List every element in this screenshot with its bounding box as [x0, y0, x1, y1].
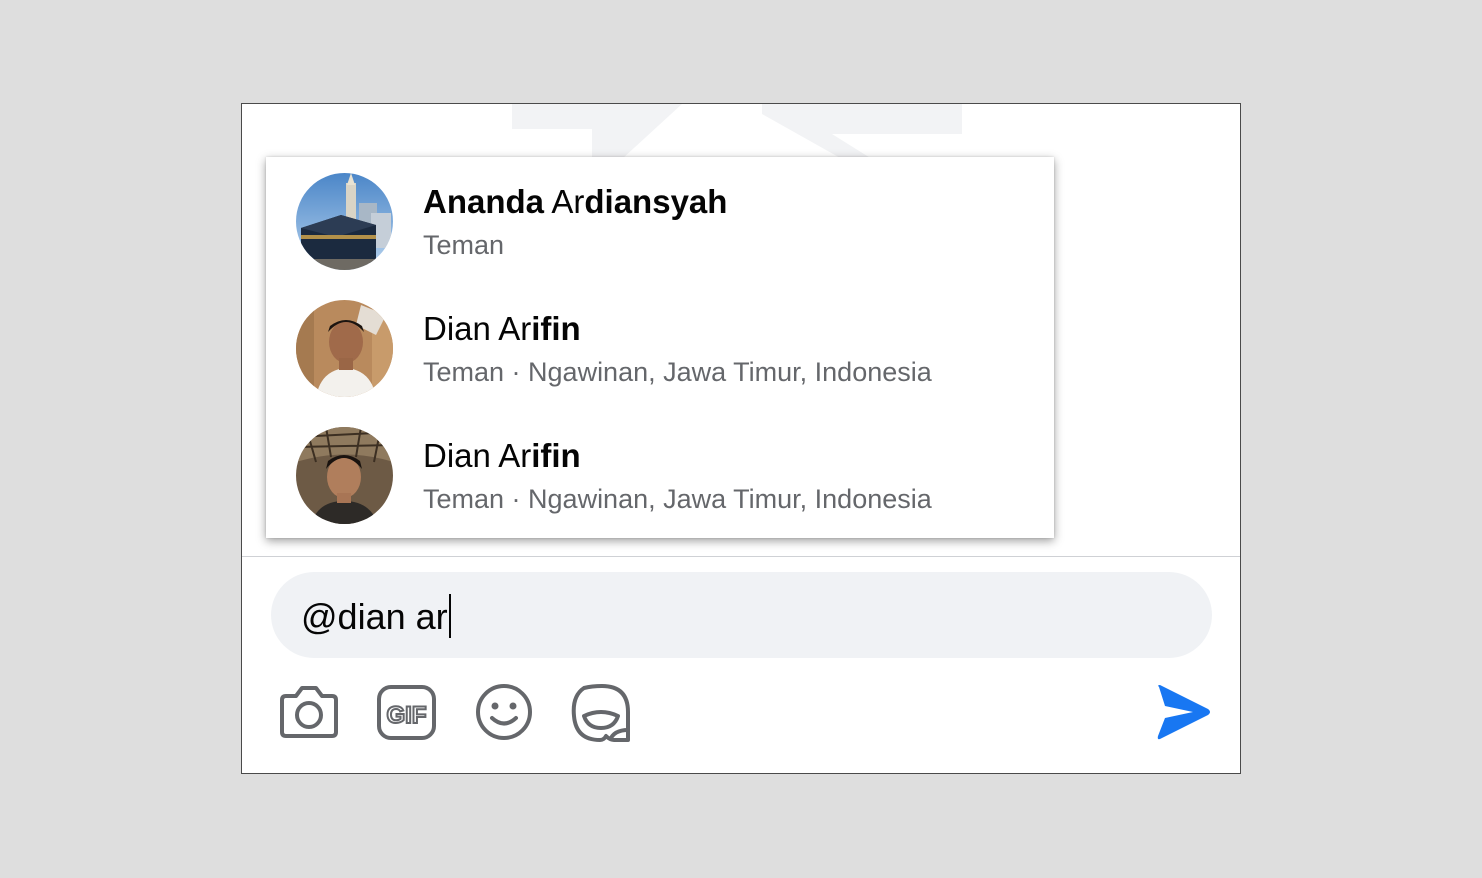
avatar — [296, 173, 393, 270]
mention-suggestion-item[interactable]: Dian Arifin Teman · Ngawinan, Jawa Timur… — [266, 284, 1054, 411]
suggestion-subtitle: Teman — [423, 230, 505, 260]
mention-suggestion-item[interactable]: Ananda Ardiansyah Teman — [266, 157, 1054, 284]
name-match-regular: Dian Ar — [423, 437, 532, 474]
comment-input-text: @dian ar — [301, 594, 451, 638]
camera-icon — [280, 686, 338, 738]
suggestion-subtitle: Teman · Ngawinan, Jawa Timur, Indonesia — [423, 357, 932, 387]
suggestion-subtitle: Teman · Ngawinan, Jawa Timur, Indonesia — [423, 484, 932, 514]
comment-input[interactable]: @dian ar — [271, 572, 1212, 658]
mention-suggestions-dropdown: Ananda Ardiansyah Teman Dian Arifin Tema… — [266, 157, 1054, 538]
camera-button[interactable] — [278, 682, 340, 747]
name-match-bold: diansyah — [584, 183, 728, 220]
svg-text:GIF: GIF — [387, 702, 427, 729]
avatar — [296, 427, 393, 524]
avatar — [296, 300, 393, 397]
divider — [242, 556, 1240, 557]
emoji-button[interactable] — [473, 682, 535, 747]
gif-icon: GIF — [377, 685, 436, 740]
text-caret — [448, 594, 451, 638]
send-icon — [1157, 685, 1210, 740]
suggestion-name: Ananda Ardiansyah — [423, 183, 727, 221]
name-match-regular: Ar — [544, 183, 585, 220]
suggestion-name: Dian Arifin — [423, 310, 581, 348]
send-button[interactable] — [1155, 684, 1211, 745]
sticker-icon — [571, 684, 630, 742]
name-match-regular: Dian Ar — [423, 310, 532, 347]
sticker-button[interactable] — [570, 682, 634, 749]
background-decoration — [512, 104, 962, 159]
name-match-bold: Ananda — [423, 183, 545, 220]
gif-button[interactable]: GIF — [376, 682, 438, 747]
comment-composer-panel: Ananda Ardiansyah Teman Dian Arifin Tema… — [241, 103, 1241, 774]
mention-suggestion-item[interactable]: Dian Arifin Teman · Ngawinan, Jawa Timur… — [266, 411, 1054, 538]
name-match-bold: ifin — [531, 437, 581, 474]
suggestion-name: Dian Arifin — [423, 437, 581, 475]
emoji-icon — [476, 684, 532, 740]
comment-input-value: @dian ar — [301, 596, 448, 637]
name-match-bold: ifin — [531, 310, 581, 347]
